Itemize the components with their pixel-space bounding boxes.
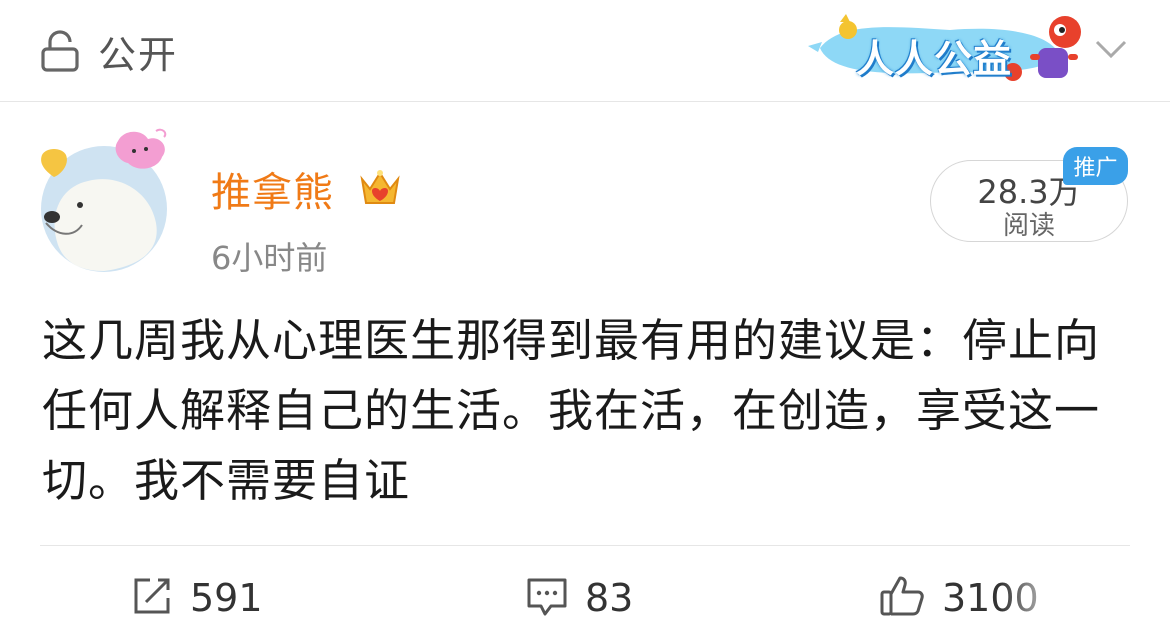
charity-banner-text: 人人公益 — [856, 37, 1013, 81]
thumbs-up-icon — [878, 572, 926, 624]
visibility-label: 公开 — [98, 32, 179, 77]
top-bar: 公开 人人公益 — [0, 0, 1170, 102]
chevron-down-icon[interactable] — [1093, 33, 1129, 63]
post-time: 6小时前 — [211, 239, 328, 277]
repost-icon — [130, 574, 174, 622]
like-count-fade — [1000, 565, 1170, 635]
comment-button[interactable]: 83 — [525, 570, 633, 626]
divider — [40, 545, 1130, 546]
comment-icon — [525, 574, 569, 622]
repost-button[interactable]: 591 — [130, 570, 263, 626]
charity-banner[interactable]: 人人公益 — [800, 8, 1085, 90]
repost-count: 591 — [190, 576, 263, 620]
lock-icon — [40, 29, 80, 73]
avatar[interactable] — [38, 125, 178, 275]
promote-badge[interactable]: 推广 — [1063, 147, 1128, 185]
crown-vip-icon — [358, 165, 402, 209]
comment-count: 83 — [585, 576, 634, 620]
read-count-unit: 阅读 — [1002, 211, 1055, 241]
visibility-selector[interactable]: 公开 — [40, 26, 179, 77]
post-text: 这几周我从心理医生那得到最有用的建议是：停止向任何人解释自己的生活。我在活，在创… — [42, 314, 1101, 507]
author-name[interactable]: 推拿熊 — [211, 160, 334, 218]
